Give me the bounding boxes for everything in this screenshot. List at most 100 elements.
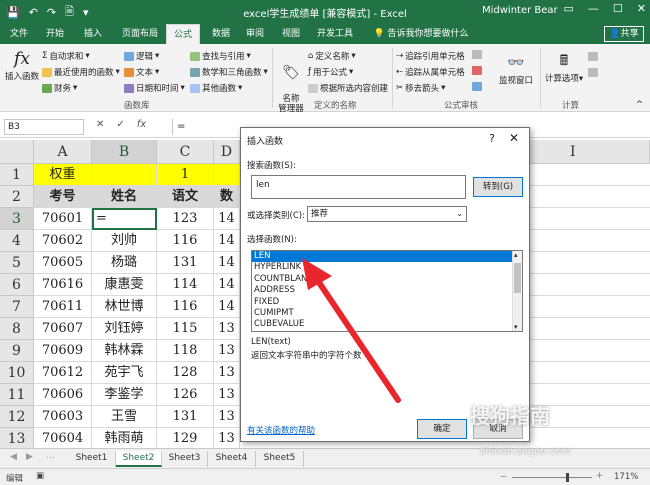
row-header[interactable]: 4: [0, 230, 34, 252]
cell[interactable]: [530, 186, 650, 208]
cell[interactable]: 语文: [157, 186, 214, 208]
ribbon-display-icon[interactable]: ▭: [564, 2, 574, 15]
cell[interactable]: [530, 362, 650, 384]
row-header[interactable]: 7: [0, 296, 34, 318]
column-header-i[interactable]: I: [530, 140, 650, 164]
insert-function-button[interactable]: fx 插入函数: [4, 48, 40, 82]
cell[interactable]: 131: [157, 406, 214, 428]
cancel-x-icon[interactable]: ✕: [96, 119, 104, 130]
calculate-now-icon[interactable]: [588, 52, 598, 61]
sheet-tab-4[interactable]: Sheet4: [208, 451, 256, 467]
name-box[interactable]: B3: [4, 119, 84, 135]
more-functions-button[interactable]: 其他函数 ▾: [190, 82, 242, 94]
cell[interactable]: 13: [214, 384, 240, 406]
cell[interactable]: 权重: [34, 164, 92, 186]
cell[interactable]: 14: [214, 274, 240, 296]
list-item[interactable]: COUNTBLAN: [252, 274, 522, 285]
error-checking-icon[interactable]: [472, 66, 482, 75]
ok-button[interactable]: 确定: [417, 419, 467, 439]
text-button[interactable]: 文本 ▾: [124, 66, 159, 78]
evaluate-formula-icon[interactable]: [472, 82, 482, 91]
recent-functions-button[interactable]: 最近使用的函数 ▾: [42, 66, 120, 78]
cell[interactable]: [530, 230, 650, 252]
go-button[interactable]: 转到(G): [473, 177, 523, 197]
cell[interactable]: 70611: [34, 296, 92, 318]
remove-arrows-button[interactable]: ✂ 移去箭头 ▾: [396, 82, 445, 94]
cell[interactable]: 70602: [34, 230, 92, 252]
cell[interactable]: 131: [157, 252, 214, 274]
list-scrollbar[interactable]: ▴ ▾: [512, 251, 522, 331]
cell[interactable]: 115: [157, 318, 214, 340]
lookup-button[interactable]: 查找与引用 ▾: [190, 50, 251, 62]
sheet-tab-3[interactable]: Sheet3: [162, 451, 208, 467]
cell[interactable]: [530, 164, 650, 186]
tab-formulas[interactable]: 公式: [166, 24, 200, 44]
category-select[interactable]: 推荐 ⌄: [307, 206, 467, 222]
cell[interactable]: 14: [214, 296, 240, 318]
cell[interactable]: 姓名: [92, 186, 157, 208]
enter-check-icon[interactable]: ✓: [116, 119, 124, 130]
cell[interactable]: 70607: [34, 318, 92, 340]
trace-precedents-button[interactable]: ⇢ 追踪引用单元格: [396, 50, 465, 62]
create-from-selection-button[interactable]: 根据所选内容创建: [308, 82, 388, 94]
help-link[interactable]: 有关该函数的帮助: [247, 424, 315, 436]
datetime-button[interactable]: 日期和时间 ▾: [124, 82, 185, 94]
list-item[interactable]: HYPERLINK: [252, 262, 522, 273]
financial-button[interactable]: 财务 ▾: [42, 82, 77, 94]
function-list[interactable]: LEN HYPERLINK COUNTBLAN ADDRESS FIXED CU…: [251, 250, 523, 332]
cell[interactable]: 李鉴学: [92, 384, 157, 406]
cell[interactable]: [530, 340, 650, 362]
zoom-in-icon[interactable]: +: [596, 471, 603, 481]
select-all-corner[interactable]: [0, 140, 34, 164]
cell[interactable]: 刘钰婷: [92, 318, 157, 340]
tab-review[interactable]: 审阅: [240, 24, 270, 44]
sheet-tab-5[interactable]: Sheet5: [256, 451, 304, 467]
cell[interactable]: 14: [214, 230, 240, 252]
list-item[interactable]: FIXED: [252, 297, 522, 308]
tab-home[interactable]: 开始: [40, 24, 70, 44]
scroll-down-icon[interactable]: ▾: [514, 323, 518, 331]
cell[interactable]: 林世博: [92, 296, 157, 318]
cell[interactable]: 70605: [34, 252, 92, 274]
list-item[interactable]: CUBEVALUE: [252, 319, 522, 330]
show-formulas-icon[interactable]: [472, 50, 482, 59]
tab-insert[interactable]: 插入: [78, 24, 108, 44]
row-header[interactable]: 10: [0, 362, 34, 384]
row-header[interactable]: 5: [0, 252, 34, 274]
help-icon[interactable]: ?: [489, 132, 495, 145]
cell[interactable]: [530, 296, 650, 318]
collapse-ribbon-icon[interactable]: ^: [636, 100, 643, 110]
cell[interactable]: 70603: [34, 406, 92, 428]
math-button[interactable]: 数学和三角函数 ▾: [190, 66, 268, 78]
cell[interactable]: 13: [214, 318, 240, 340]
close-icon[interactable]: ✕: [637, 2, 646, 15]
scroll-right-icon[interactable]: ▶: [26, 452, 33, 462]
list-item[interactable]: ADDRESS: [252, 285, 522, 296]
scroll-thumb[interactable]: [514, 263, 521, 293]
column-header-b[interactable]: B: [92, 140, 157, 164]
cell[interactable]: [530, 274, 650, 296]
active-cell[interactable]: =: [92, 208, 157, 230]
logical-button[interactable]: 逻辑 ▾: [124, 50, 159, 62]
share-button[interactable]: 👤共享: [604, 26, 644, 42]
tell-me-box[interactable]: 💡 告诉我你想要做什么: [366, 24, 476, 44]
column-header-c[interactable]: C: [157, 140, 214, 164]
row-header[interactable]: 6: [0, 274, 34, 296]
tab-page-layout[interactable]: 页面布局: [116, 24, 164, 44]
row-header[interactable]: 13: [0, 428, 34, 450]
user-name[interactable]: Midwinter Bear: [482, 5, 558, 16]
row-header[interactable]: 1: [0, 164, 34, 186]
zoom-level[interactable]: 171%: [614, 472, 638, 482]
name-manager-button[interactable]: 🏷 名称 管理器: [276, 52, 306, 124]
tab-developer[interactable]: 开发工具: [312, 24, 358, 44]
list-item[interactable]: CUMIPMT: [252, 308, 522, 319]
cell[interactable]: 70612: [34, 362, 92, 384]
scroll-up-icon[interactable]: ▴: [514, 251, 518, 259]
cell[interactable]: 128: [157, 362, 214, 384]
row-header[interactable]: 9: [0, 340, 34, 362]
search-input[interactable]: len: [251, 175, 466, 199]
column-header-d[interactable]: D: [214, 140, 240, 164]
cell[interactable]: 韩雨萌: [92, 428, 157, 450]
cell[interactable]: 70616: [34, 274, 92, 296]
close-icon[interactable]: ✕: [509, 131, 519, 145]
